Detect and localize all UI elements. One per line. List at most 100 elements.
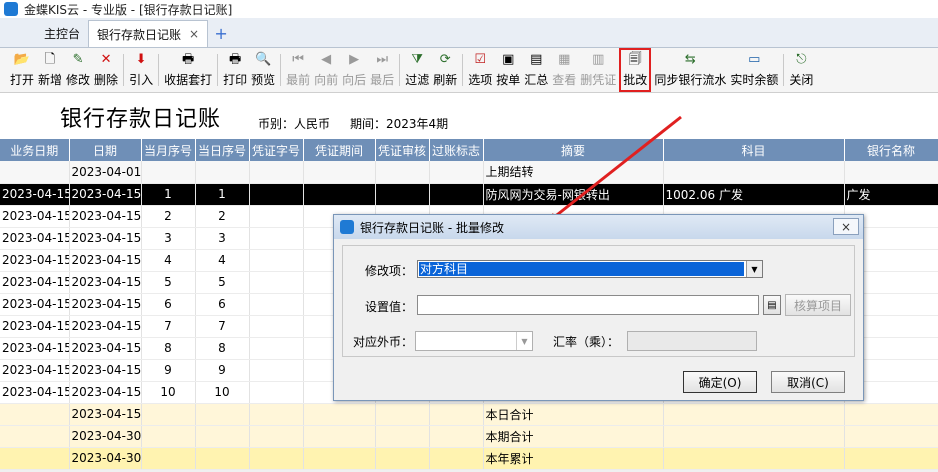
col-header[interactable]: 过账标志 [429,139,484,161]
first-record-icon: ⏮ [292,52,304,67]
table-cell [303,447,376,470]
tab-console[interactable]: 主控台 [36,20,88,47]
by-voucher-button[interactable]: ▣ 按单 [494,48,522,92]
delete-icon: ✕ [100,52,112,67]
table-row[interactable]: 2023-04-30 本期合计 [0,425,938,448]
app-logo-icon [4,2,18,16]
table-cell [663,161,845,184]
add-tab-icon[interactable]: + [208,20,234,47]
print-button[interactable]: 🖶 打印 [221,48,249,92]
table-cell [249,337,304,360]
receipt-print-button[interactable]: 🖶 收据套打 [162,48,214,92]
table-cell: 2023-04-15 [0,381,70,404]
field-select[interactable]: 对方科目 ▼ [417,260,763,278]
dialog-titlebar: 银行存款日记账 - 批量修改 [334,215,863,239]
prev-button[interactable]: ◀ 向前 [312,48,340,92]
summary-button[interactable]: ▤ 汇总 [522,48,550,92]
col-header[interactable]: 凭证期间 [303,139,376,161]
sync-bank-button[interactable]: ⇆ 同步银行流水 [652,48,728,92]
table-cell: 2023-04-15 [69,315,142,338]
col-header[interactable]: 当日序号 [195,139,250,161]
table-cell: 2023-04-15 [69,271,142,294]
table-cell [663,447,845,470]
table-cell: 5 [195,271,250,294]
rate-input[interactable] [627,331,757,351]
table-cell: 2023-04-15 [0,271,70,294]
col-header[interactable]: 科目 [663,139,845,161]
col-header[interactable]: 摘要 [483,139,664,161]
col-header[interactable]: 日期 [69,139,142,161]
next-record-icon: ▶ [349,52,360,67]
table-cell: 2023-04-15 [0,205,70,228]
new-button[interactable]: 🗋 新增 [36,48,64,92]
tab-bank-journal[interactable]: 银行存款日记账 × [88,20,209,47]
exit-icon: ⎋ [796,52,807,67]
table-cell [375,183,430,206]
import-button[interactable]: ⬇ 引入 [127,48,155,92]
first-button[interactable]: ⏮ 最前 [284,48,312,92]
open-button[interactable]: 📂 打开 [8,48,36,92]
col-header[interactable]: 当月序号 [141,139,196,161]
next-button[interactable]: ▶ 向后 [340,48,368,92]
tab-close-icon[interactable]: × [189,27,199,41]
table-cell [249,425,304,448]
refresh-button[interactable]: ⟳ 刷新 [431,48,459,92]
chevron-down-icon[interactable]: ▼ [516,332,532,350]
table-cell [141,425,196,448]
table-cell [429,161,484,184]
table-cell: 2023-04-15 [0,183,70,206]
table-row[interactable]: 2023-04-15 本日合计 [0,403,938,426]
col-header[interactable]: 银行名称 [844,139,938,161]
table-cell [429,403,484,426]
toolbar-divider [217,54,219,86]
currency-select[interactable]: ▼ [415,331,533,351]
close-button[interactable]: ⎋ 关闭 [787,48,815,92]
delete-voucher-button[interactable]: ▥ 删凭证 [578,48,618,92]
grid-view-icon: ▦ [558,52,571,67]
table-cell [375,161,430,184]
lookup-icon: ▤ [767,299,777,311]
col-header[interactable]: 业务日期 [0,139,70,161]
delete-button[interactable]: ✕ 删除 [92,48,120,92]
batch-edit-button[interactable]: 🗐 批改 [619,48,652,92]
table-row[interactable]: 2023-04-15 2023-04-15 1 1 防风网为交易-网银转出 1002.06… [0,183,938,206]
dialog-close-icon[interactable]: × [833,218,859,235]
table-cell [844,425,938,448]
col-header[interactable]: 凭证字号 [249,139,304,161]
setting-input[interactable] [417,295,759,315]
table-cell: 2023-04-15 [0,227,70,250]
setting-label: 设置值： [365,300,414,314]
options-button[interactable]: ☑ 选项 [466,48,494,92]
filter-button[interactable]: ⧩ 过滤 [403,48,431,92]
import-arrow-icon: ⬇ [135,52,147,67]
table-cell [429,183,484,206]
table-cell [195,161,250,184]
toolbar-divider [462,54,464,86]
table-cell [844,447,938,470]
toolbar-divider [399,54,401,86]
table-cell [249,359,304,382]
edit-button[interactable]: ✎ 修改 [64,48,92,92]
table-cell [249,249,304,272]
table-cell: 2023-04-15 [69,293,142,316]
col-header[interactable]: 凭证审核 [375,139,430,161]
table-cell: 4 [195,249,250,272]
lookup-button[interactable]: ▤ [763,295,781,315]
table-header-row: 业务日期 日期 当月序号 当日序号 凭证字号 凭证期间 凭证审核 过账标志 摘要… [0,139,938,161]
report-header: 银行存款日记账 币别：人民币 期间：2023年4期 [0,93,938,139]
realtime-balance-button[interactable]: ▭ 实时余额 [728,48,780,92]
calc-items-button[interactable]: 核算项目 [785,294,851,316]
ok-button[interactable]: 确定(O) [683,371,757,393]
view-button[interactable]: ▦ 查看 [550,48,578,92]
table-row[interactable]: 2023-04-01 上期结转 [0,161,938,184]
preview-button[interactable]: 🔍 预览 [249,48,277,92]
voucher-icon: ▣ [502,52,515,67]
chevron-down-icon[interactable]: ▼ [746,261,762,277]
table-cell: 2023-04-15 [0,249,70,272]
table-row[interactable]: 2023-04-30 本年累计 [0,447,938,470]
table-cell [249,271,304,294]
last-button[interactable]: ⏭ 最后 [368,48,396,92]
cancel-button[interactable]: 取消(C) [771,371,845,393]
table-cell: 2023-04-15 [69,359,142,382]
table-cell [303,425,376,448]
